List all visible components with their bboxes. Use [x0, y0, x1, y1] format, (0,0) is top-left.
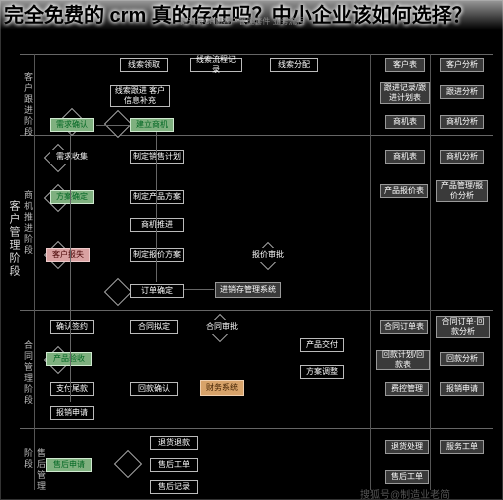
- n-r1b: 线索流程记录: [190, 58, 242, 72]
- sr-r14-1: 售后工单: [385, 470, 429, 484]
- n-r1a: 线索领取: [120, 58, 168, 72]
- sr-r1-3: 跟进记录/跟进计划表: [380, 82, 430, 104]
- conn: [96, 125, 130, 126]
- sr-r3-2: 商机分析: [440, 150, 484, 164]
- n-r8d: 产品交付: [300, 338, 344, 352]
- footer-credit: 搜狐号@制造业老简: [360, 486, 450, 500]
- n-r1c: 线索分配: [270, 58, 318, 72]
- sr-r8-1: 合同订单表: [380, 320, 428, 334]
- sr-r9-1: 回款计划/回款表: [376, 350, 430, 370]
- n-r11a: 报销申请: [50, 406, 94, 420]
- n-r9a: 产品验收: [46, 352, 92, 366]
- sr-r10-1: 费控管理: [385, 382, 429, 396]
- sr-r2-2: 商机分析: [440, 115, 484, 129]
- conn3: [70, 132, 71, 402]
- n-r12b: 退货退款: [150, 436, 198, 450]
- stage4-label: 售后管理阶段: [22, 448, 48, 500]
- n-r2b: 建立商机: [130, 118, 174, 132]
- lane-sep-1: [20, 135, 493, 136]
- stage-main-label: 客户管理阶段: [6, 200, 22, 278]
- sr-r4-1: 产品报价表: [380, 184, 428, 198]
- n-r3a: 需求收集: [50, 150, 94, 164]
- sr-r10-2: 报销申请: [440, 382, 484, 396]
- lane-top: [20, 54, 493, 55]
- conn2: [156, 132, 157, 282]
- sr-r1-2: 客户分析: [440, 58, 484, 72]
- sr-r9-2: 回款分析: [440, 352, 484, 366]
- n-r7b: 订单确定: [130, 284, 184, 298]
- n-r8a: 确认签约: [50, 320, 94, 334]
- n-r3b: 制定销售计划: [130, 150, 184, 164]
- n-r5b: 商机推进: [130, 218, 184, 232]
- sr-r13-1: 退货处理: [385, 440, 429, 454]
- right-col-sep2: [430, 54, 431, 490]
- sr-r1-1: 客户表: [385, 58, 425, 72]
- lane-sep-2: [20, 310, 493, 311]
- conn4: [184, 289, 214, 290]
- n-r6a: 客户报失: [46, 248, 90, 262]
- n-r13b: 售后工单: [150, 458, 198, 472]
- n-r4b: 制定产品方案: [130, 190, 184, 204]
- sr-r1-4: 跟进分析: [440, 85, 484, 99]
- n-r1ba: 线索跟进 客户信息补充: [110, 85, 170, 107]
- n-r10a: 支付尾款: [50, 382, 94, 396]
- n-r4a: 方案确定: [50, 190, 94, 204]
- n-r6c: 报价审批: [246, 248, 290, 262]
- sr-r8-2: 合同订单·回款分析: [436, 316, 490, 338]
- n-r6b: 制定报价方案: [130, 248, 184, 262]
- stage3-label: 合同管理阶段: [22, 340, 35, 406]
- n-r10c: 财务系统: [200, 380, 244, 396]
- lane-sep-3: [20, 428, 493, 429]
- n-r10d: 方案调整: [300, 365, 344, 379]
- sr-r13-2: 服务工单: [440, 440, 484, 454]
- stage1-label: 客户跟进阶段: [22, 72, 35, 138]
- n-r13a: 售后申请: [46, 458, 92, 472]
- n-r10b: 回款确认: [130, 382, 178, 396]
- n-r2a: 需求确认: [50, 118, 94, 132]
- sr-r3-1: 商机表: [385, 150, 425, 164]
- n-r7c: 进销存管理系统: [215, 282, 281, 298]
- sr-r2-1: 商机表: [385, 115, 425, 129]
- n-r14b: 售后记录: [150, 480, 198, 494]
- sr-r4-2: 产品管理/报价分析: [436, 180, 488, 202]
- right-col-sep: [370, 54, 371, 490]
- stage2-label: 商机推进阶段: [22, 190, 35, 256]
- n-r8c: 合同审批: [200, 320, 244, 334]
- n-r8b: 合同拟定: [130, 320, 178, 334]
- diagram-header: 简道云CRM客户管理套件 业务流程: [180, 16, 304, 27]
